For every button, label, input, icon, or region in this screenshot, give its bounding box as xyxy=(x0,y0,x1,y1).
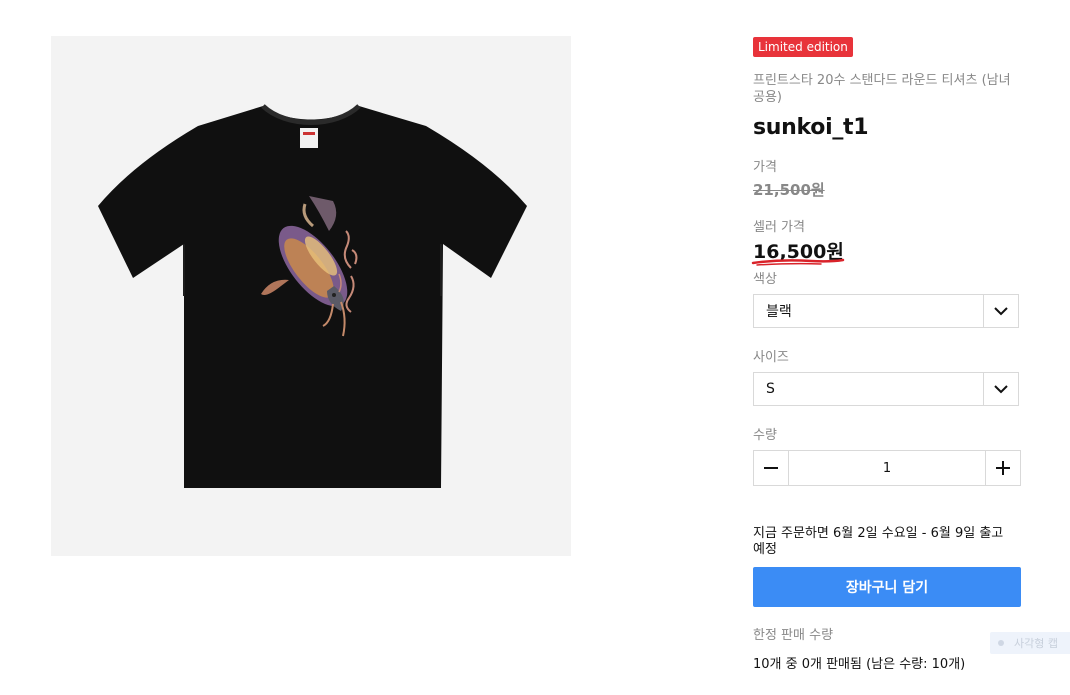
widget-dot-icon xyxy=(998,640,1004,646)
product-title: sunkoi_t1 xyxy=(753,115,869,140)
size-select[interactable]: S xyxy=(753,372,1019,406)
price-label: 가격 xyxy=(753,160,777,175)
quantity-stepper: 1 xyxy=(753,450,1021,486)
red-underline-mark xyxy=(751,258,845,266)
limited-quantity-label: 한정 판매 수량 xyxy=(753,628,834,643)
widget-text: 사각형 캡 xyxy=(1014,637,1058,650)
plus-icon[interactable] xyxy=(985,451,1020,485)
product-subtitle: 프린트스타 20수 스탠다드 라운드 티셔츠 (남녀공용) xyxy=(753,73,1011,105)
quantity-value[interactable]: 1 xyxy=(789,461,985,476)
limited-edition-badge: Limited edition xyxy=(753,37,853,57)
floating-widget[interactable]: 사각형 캡 xyxy=(990,632,1070,654)
product-info-panel: Limited edition 프린트스타 20수 스탠다드 라운드 티셔츠 (… xyxy=(751,36,1021,672)
chevron-down-icon[interactable] xyxy=(983,295,1018,327)
size-select-value: S xyxy=(766,381,775,397)
tshirt-image xyxy=(51,36,571,556)
quantity-label: 수량 xyxy=(753,428,777,443)
seller-price: 16,500원 xyxy=(751,237,845,266)
seller-price-label: 셀러 가격 xyxy=(753,220,805,235)
color-label: 색상 xyxy=(753,272,777,287)
color-select[interactable]: 블랙 xyxy=(753,294,1019,328)
chevron-down-icon[interactable] xyxy=(983,373,1018,405)
original-price: 21,500원 xyxy=(753,181,825,199)
limited-quantity-text: 10개 중 0개 판매됨 (남은 수량: 10개) xyxy=(753,657,966,672)
add-to-cart-button[interactable]: 장바구니 담기 xyxy=(753,567,1021,607)
product-image xyxy=(51,36,571,556)
shipping-estimate: 지금 주문하면 6월 2일 수요일 - 6월 9일 출고 예정 xyxy=(753,526,1004,557)
color-select-value: 블랙 xyxy=(766,304,792,320)
minus-icon[interactable] xyxy=(754,451,789,485)
size-label: 사이즈 xyxy=(753,350,789,365)
